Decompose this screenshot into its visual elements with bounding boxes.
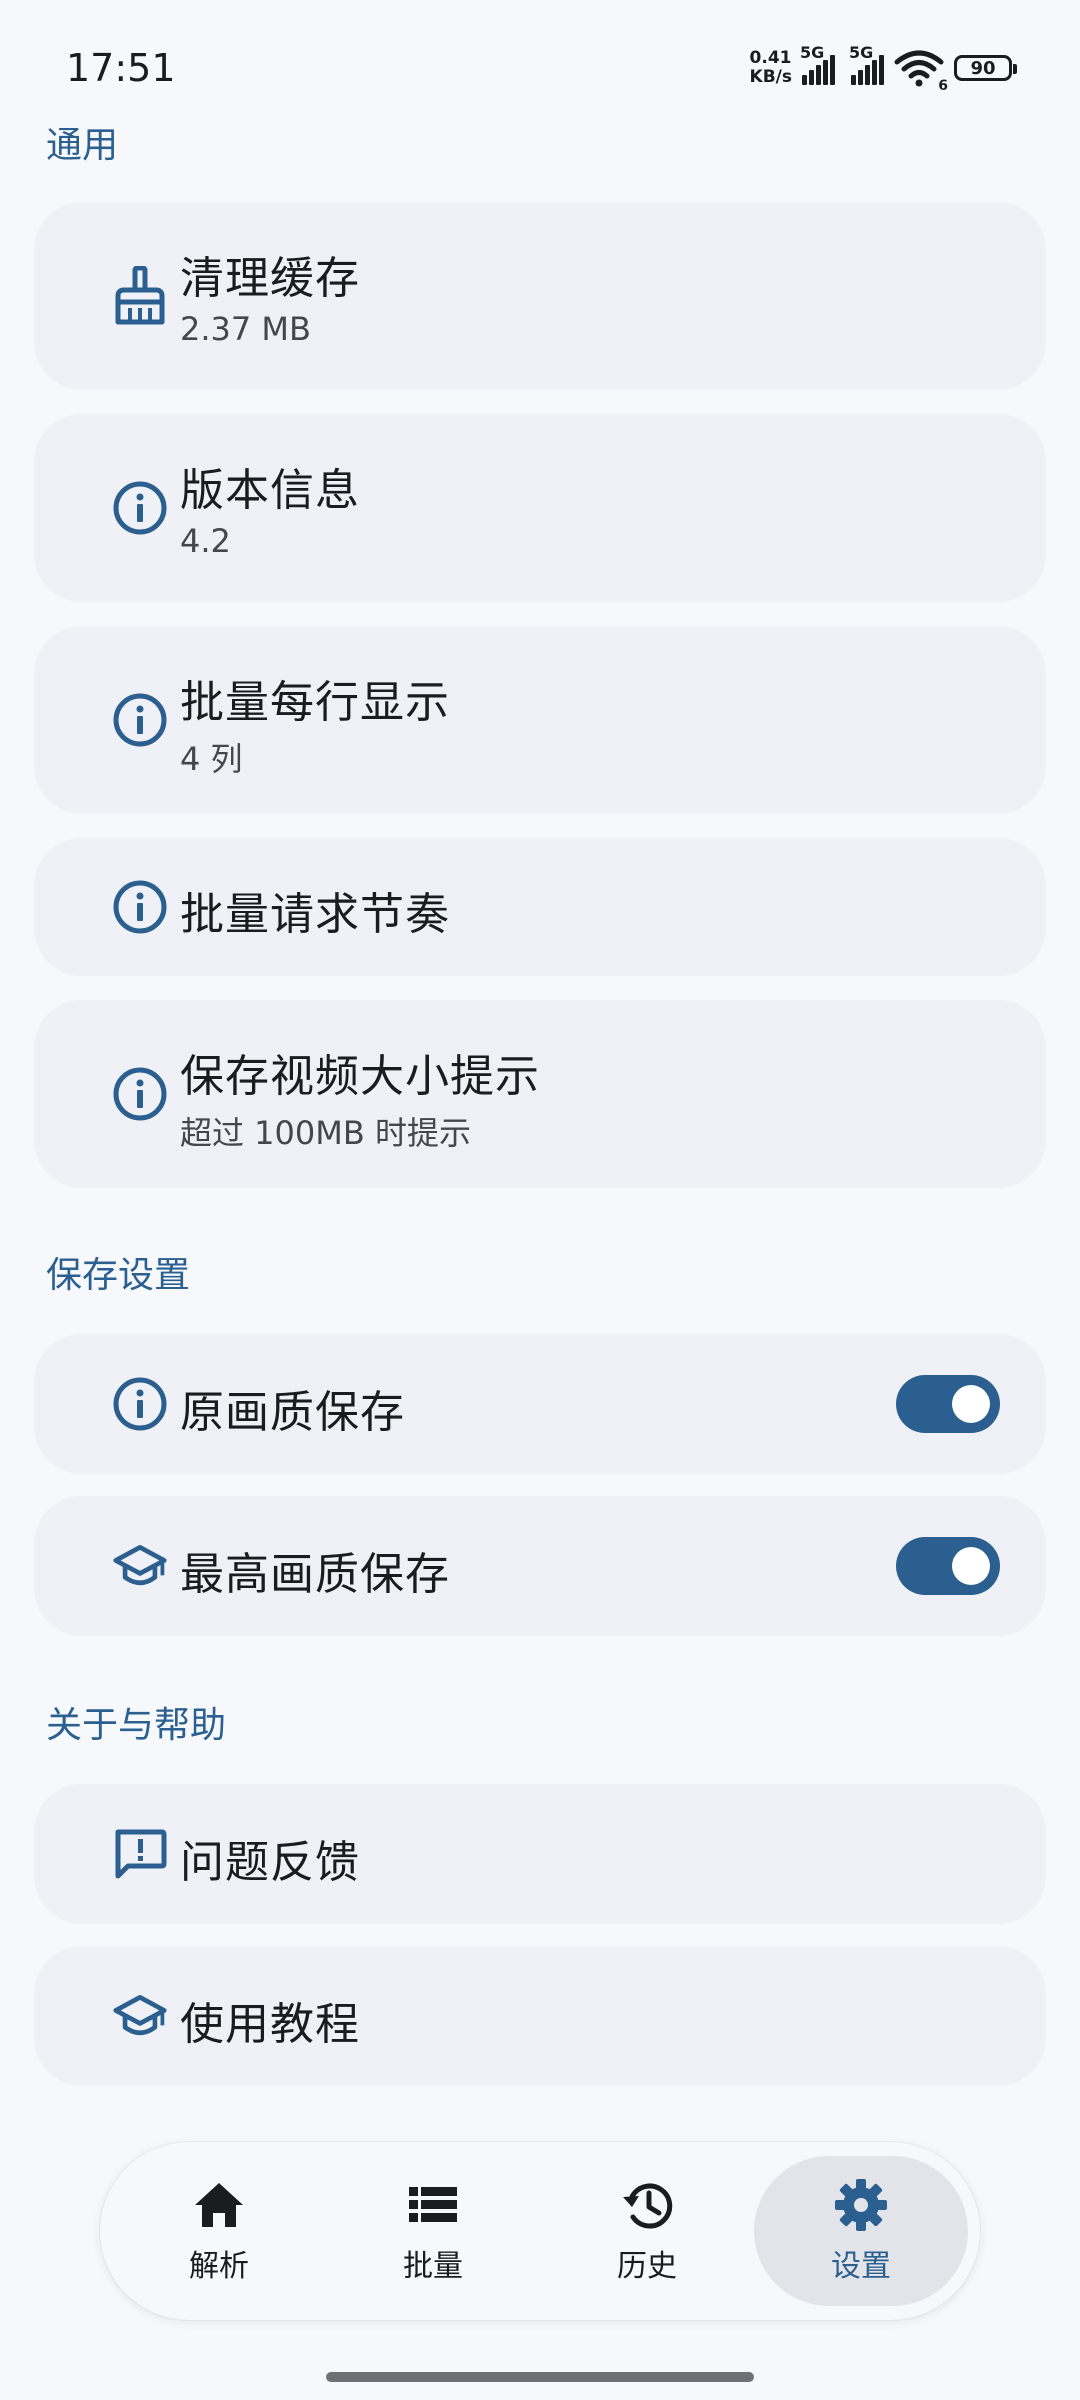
nav-history[interactable]: 历史	[540, 2156, 754, 2306]
original-quality-toggle[interactable]	[896, 1375, 1000, 1433]
nav-history-label: 历史	[617, 2249, 677, 2284]
nav-settings[interactable]: 设置	[754, 2156, 968, 2306]
batch-rhythm-title: 批量请求节奏	[180, 889, 450, 940]
batch-rhythm-item[interactable]: 批量请求节奏	[34, 838, 1046, 976]
info-icon	[112, 692, 168, 748]
batch-columns-item[interactable]: 批量每行显示 4 列	[34, 626, 1046, 814]
home-icon	[191, 2177, 247, 2233]
list-icon	[405, 2177, 461, 2233]
clear-cache-title: 清理缓存	[180, 253, 360, 304]
battery-icon: 90	[954, 55, 1017, 81]
video-size-hint-value: 超过 100MB 时提示	[180, 1114, 471, 1152]
section-general-header: 通用	[46, 125, 119, 166]
clear-cache-item[interactable]: 清理缓存 2.37 MB	[34, 202, 1046, 390]
wifi-icon: 6	[894, 48, 948, 94]
video-size-hint-item[interactable]: 保存视频大小提示 超过 100MB 时提示	[34, 1000, 1046, 1188]
signal-sim2-icon: 5G	[849, 43, 884, 85]
nav-batch-label: 批量	[403, 2249, 463, 2284]
info-icon	[112, 879, 168, 935]
highest-quality-title: 最高画质保存	[180, 1549, 450, 1600]
tutorial-title: 使用教程	[180, 1999, 360, 2050]
batch-columns-title: 批量每行显示	[180, 677, 450, 728]
battery-level: 90	[970, 57, 996, 79]
tutorial-item[interactable]: 使用教程	[34, 1946, 1046, 2086]
school-icon	[112, 1988, 168, 2044]
version-title: 版本信息	[180, 465, 360, 516]
section-about-help-header: 关于与帮助	[46, 1705, 227, 1746]
nav-batch[interactable]: 批量	[326, 2156, 540, 2306]
status-bar: 17:51 0.41 KB/s 5G 5G 6 90	[0, 0, 1080, 120]
highest-quality-item[interactable]: 最高画质保存	[34, 1496, 1046, 1636]
clear-cache-size: 2.37 MB	[180, 310, 311, 348]
home-indicator[interactable]	[326, 2372, 754, 2382]
gear-icon	[833, 2177, 889, 2233]
status-time: 17:51	[66, 46, 176, 90]
version-item[interactable]: 版本信息 4.2	[34, 414, 1046, 602]
video-size-hint-title: 保存视频大小提示	[180, 1051, 540, 1102]
broom-icon	[112, 266, 168, 325]
bottom-navigation: 解析 批量 历史 设置	[100, 2142, 980, 2320]
status-icons: 0.41 KB/s 5G 5G 6 90	[750, 43, 1017, 94]
feedback-title: 问题反馈	[180, 1837, 360, 1888]
feedback-icon	[112, 1826, 168, 1882]
network-speed: 0.41 KB/s	[750, 49, 792, 87]
wifi-label: 6	[938, 78, 948, 94]
nav-settings-label: 设置	[831, 2249, 891, 2284]
network-speed-value: 0.41	[749, 48, 792, 68]
history-icon	[619, 2177, 675, 2233]
highest-quality-toggle[interactable]	[896, 1537, 1000, 1595]
section-save-settings-header: 保存设置	[46, 1255, 191, 1296]
info-icon	[112, 480, 168, 536]
original-quality-item[interactable]: 原画质保存	[34, 1334, 1046, 1474]
school-icon	[112, 1538, 168, 1594]
batch-columns-value: 4 列	[180, 740, 243, 778]
version-value: 4.2	[180, 522, 231, 560]
info-icon	[112, 1066, 168, 1122]
signal-sim1-icon: 5G	[800, 43, 835, 85]
sim1-generation: 5G	[800, 43, 825, 62]
feedback-item[interactable]: 问题反馈	[34, 1784, 1046, 1924]
original-quality-title: 原画质保存	[180, 1387, 405, 1438]
nav-parse-label: 解析	[189, 2249, 249, 2284]
network-speed-unit: KB/s	[749, 67, 792, 87]
info-icon	[112, 1376, 168, 1432]
sim2-generation: 5G	[849, 43, 874, 62]
nav-parse[interactable]: 解析	[112, 2156, 326, 2306]
